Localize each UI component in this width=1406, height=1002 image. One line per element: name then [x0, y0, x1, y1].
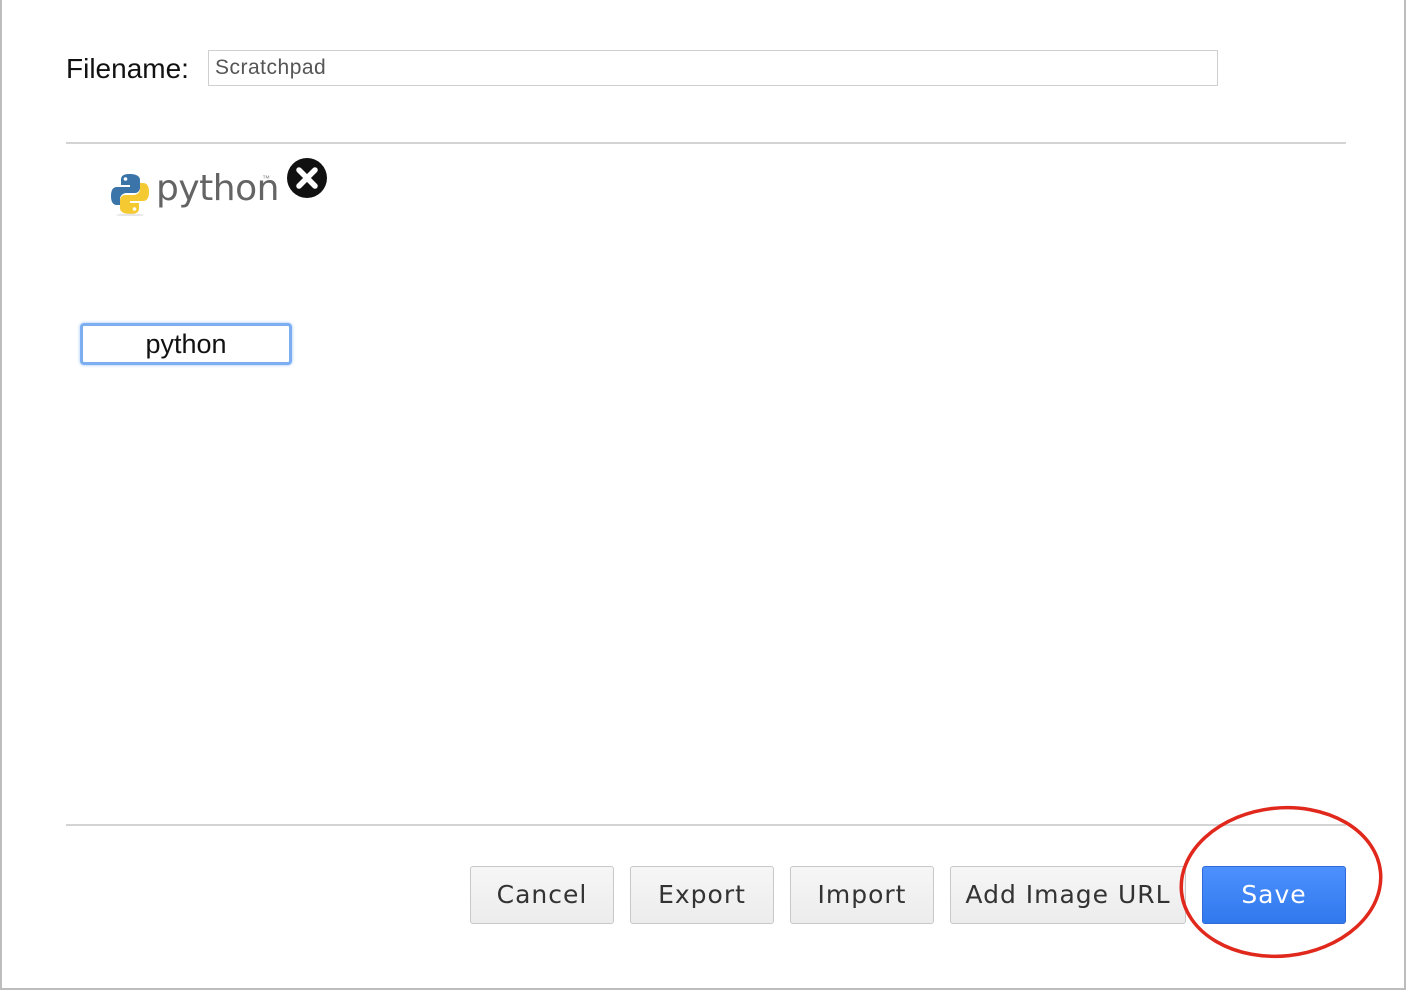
import-button[interactable]: Import [790, 866, 934, 924]
cancel-button[interactable]: Cancel [470, 866, 614, 924]
python-logo-icon [111, 174, 149, 216]
filename-input[interactable] [208, 50, 1218, 86]
add-image-url-button[interactable]: Add Image URL [950, 866, 1186, 924]
export-button[interactable]: Export [630, 866, 774, 924]
filename-label: Filename: [66, 53, 189, 84]
trademark-symbol: ™ [262, 174, 270, 183]
edit-library-dialog: Filename: python ™ Cancel Export Import … [0, 0, 1406, 990]
save-button[interactable]: Save [1202, 866, 1346, 924]
close-circle-icon[interactable] [285, 156, 329, 200]
item-name-input[interactable] [80, 323, 292, 365]
bottom-divider [66, 824, 1346, 826]
top-divider [66, 142, 1346, 144]
library-item-python[interactable]: python ™ [102, 160, 282, 230]
python-wordmark: python [156, 168, 279, 209]
